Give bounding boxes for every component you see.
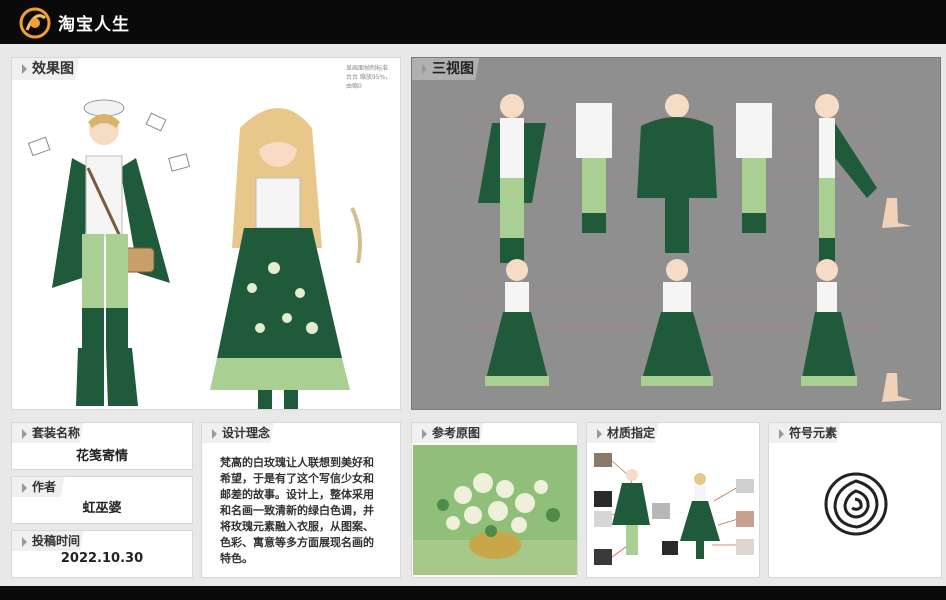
three-view-panel: 三视图 [411,57,941,410]
boy-mini-figure [612,469,650,555]
girl-character [210,108,362,409]
reference-title: 参考原图 [412,423,499,443]
taobao-life-logo-icon [19,7,51,39]
submit-time-label: 投稿时间 [12,531,99,551]
boy-character [52,99,170,406]
foot-detail-icon [882,198,912,402]
girl-turnaround [485,259,857,386]
design-concept-panel: 设计理念 梵高的白玫瑰让人联想到美好和希望，于是有了这个写信少女和邮差的故事。设… [201,422,401,578]
symbol-panel: 符号元素 [768,422,942,578]
reference-panel: 参考原图 [411,422,578,578]
set-name-value: 花笺寄情 [75,449,128,464]
set-name-label: 套装名称 [12,423,99,443]
submit-time-panel: 投稿时间 2022.10.30 [11,530,193,578]
reference-painting-image [413,445,577,575]
bottom-bar [0,586,946,600]
app-name: 淘宝人生 [58,15,130,35]
rose-symbol-icon [824,472,888,536]
design-concept-text: 梵高的白玫瑰让人联想到美好和希望，于是有了这个写信少女和邮差的故事。设计上，整体… [220,456,374,565]
author-value: 虹巫婆 [82,501,122,516]
boy-turnaround [478,94,877,263]
author-label: 作者 [12,477,75,497]
effect-illustration [27,99,362,409]
material-panel: 材质指定 [586,422,760,578]
author-panel: 作者 虹巫婆 [11,476,193,524]
three-view-illustration [452,94,912,402]
effect-panel: 效果图 显画面帧制标准台台 缩放95%，由缩0 [11,57,401,410]
submit-time-value: 2022.10.30 [60,551,144,566]
top-bar: 淘宝人生 [0,0,946,44]
material-swatches-illustration [594,453,754,565]
design-concept-title: 设计理念 [202,423,289,443]
symbol-title: 符号元素 [769,423,856,443]
set-name-panel: 套装名称 花笺寄情 [11,422,193,470]
material-title: 材质指定 [587,423,674,443]
girl-mini-figure [680,473,720,559]
